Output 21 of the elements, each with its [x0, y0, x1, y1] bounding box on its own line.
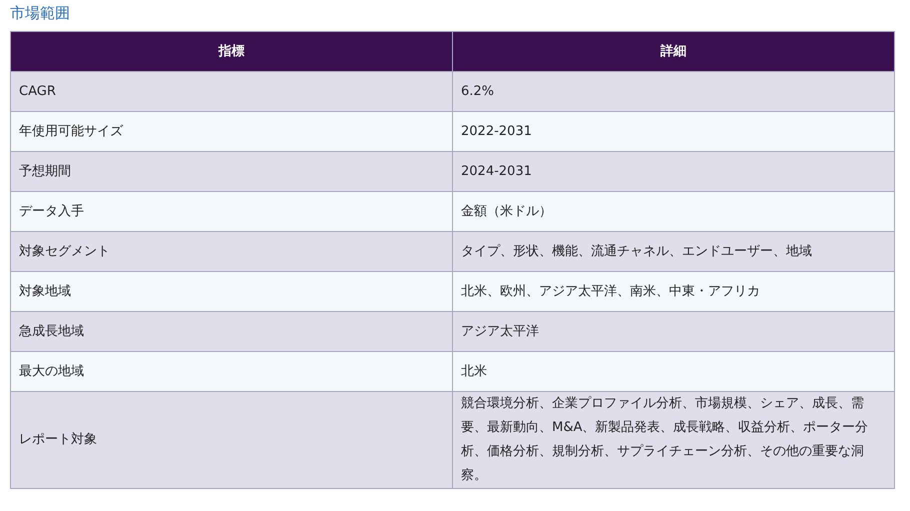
- table-cell: CAGR: [10, 72, 452, 112]
- table-cell: 対象地域: [10, 272, 452, 312]
- table-cell: データ入手: [10, 192, 452, 232]
- table-cell: アジア太平洋: [452, 312, 894, 352]
- table-cell: 予想期間: [10, 152, 452, 192]
- table-cell: レポート対象: [10, 392, 452, 488]
- table-cell: タイプ、形状、機能、流通チャネル、エンドユーザー、地域: [452, 232, 894, 272]
- column-header: 指標: [10, 32, 452, 72]
- table-cell: 金額（米ドル）: [452, 192, 894, 232]
- table-cell: 北米、欧州、アジア太平洋、南米、中東・アフリカ: [452, 272, 894, 312]
- table-cell: 6.2%: [452, 72, 894, 112]
- table-cell: 北米: [452, 352, 894, 392]
- section-title: 市場範囲: [10, 3, 71, 24]
- table-cell: 年使用可能サイズ: [10, 112, 452, 152]
- table-cell: 2022-2031: [452, 112, 894, 152]
- table-cell: 対象セグメント: [10, 232, 452, 272]
- table-cell: 競合環境分析、企業プロファイル分析、市場規模、シェア、成長、需要、最新動向、M&A、新製品発表、成長戦略、収益分析、ポーター分析、価格分析、規制分析、サプライチェーン分析、その他の重要な洞察。: [452, 392, 894, 488]
- column-header: 詳細: [452, 32, 894, 72]
- table-cell: 最大の地域: [10, 352, 452, 392]
- table-cell: 急成長地域: [10, 312, 452, 352]
- table-cell: 2024-2031: [452, 152, 894, 192]
